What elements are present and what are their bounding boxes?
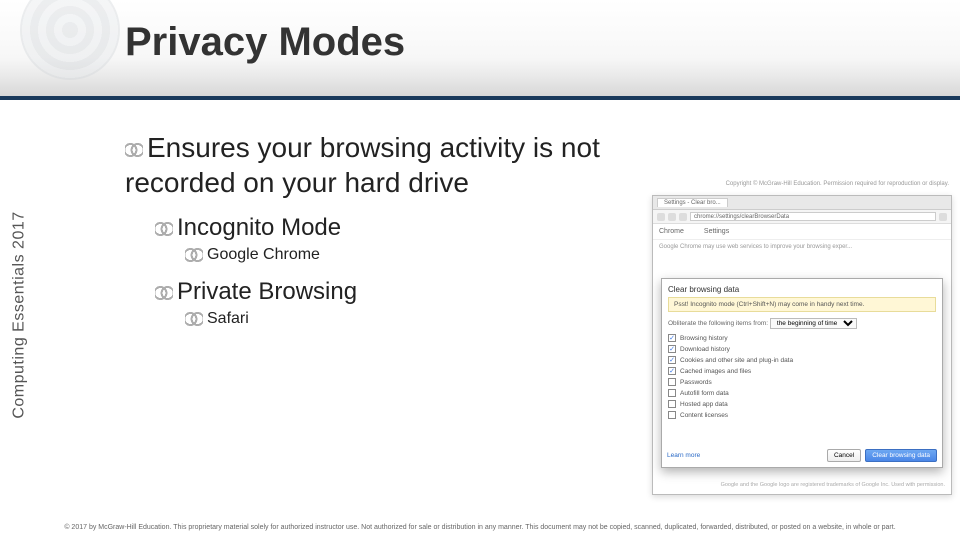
checkbox-row[interactable]: ✓ Download history	[668, 345, 936, 353]
logo-globe-icon	[20, 0, 120, 80]
checkbox-label: Download history	[680, 346, 730, 353]
content-body: Ensures your browsing activity is not re…	[125, 130, 665, 342]
forward-icon[interactable]	[668, 213, 676, 221]
checkbox-icon[interactable]	[668, 378, 676, 386]
url-field[interactable]: chrome://settings/clearBrowserData	[690, 212, 936, 221]
checkbox-label: Cookies and other site and plug-in data	[680, 357, 793, 364]
checkbox-label: Passwords	[680, 379, 712, 386]
checkbox-row[interactable]: Passwords	[668, 378, 936, 386]
clear-browsing-button[interactable]: Clear browsing data	[865, 449, 937, 462]
settings-nav: Chrome Settings	[653, 224, 951, 240]
bullet-level1: Ensures your browsing activity is not re…	[125, 130, 665, 200]
sidebar-text: Computing Essentials 2017	[11, 211, 29, 418]
checkbox-row[interactable]: ✓ Cached images and files	[668, 367, 936, 375]
browser-tabbar: Settings - Clear bro...	[653, 196, 951, 210]
checkbox-icon[interactable]: ✓	[668, 367, 676, 375]
cancel-button[interactable]: Cancel	[827, 449, 861, 462]
checkbox-row[interactable]: ✓ Browsing history	[668, 334, 936, 342]
screenshot-copyright: Copyright © McGraw-Hill Education. Permi…	[653, 181, 951, 195]
browser-address-bar: chrome://settings/clearBrowserData	[653, 210, 951, 224]
slide-title: Privacy Modes	[125, 20, 405, 65]
settings-hint-text: Google Chrome may use web services to im…	[653, 240, 951, 255]
bullet-level2-private: Private Browsing	[155, 278, 665, 306]
obliterate-row: Obliterate the following items from: the…	[668, 318, 936, 329]
dialog-button-row: Learn more Cancel Clear browsing data	[667, 449, 937, 462]
nav-settings: Settings	[704, 228, 729, 235]
checkbox-label: Cached images and files	[680, 368, 751, 375]
checkbox-label: Browsing history	[680, 335, 728, 342]
dialog-title: Clear browsing data	[668, 285, 936, 294]
incognito-hint-banner: Psst! Incognito mode (Ctrl+Shift+N) may …	[668, 297, 936, 312]
checkbox-label: Content licenses	[680, 412, 728, 419]
checkbox-icon[interactable]: ✓	[668, 345, 676, 353]
sidebar-vertical-label: Computing Essentials 2017	[0, 120, 40, 510]
checkbox-row[interactable]: Autofill form data	[668, 389, 936, 397]
checkbox-icon[interactable]	[668, 411, 676, 419]
bullet-level3-safari: Safari	[185, 310, 665, 328]
checkbox-row[interactable]: ✓ Cookies and other site and plug-in data	[668, 356, 936, 364]
browser-tab[interactable]: Settings - Clear bro...	[657, 198, 728, 207]
checkbox-row[interactable]: Content licenses	[668, 411, 936, 419]
bullet-level3-chrome: Google Chrome	[185, 246, 665, 264]
bullet-level2-incognito: Incognito Mode	[155, 214, 665, 242]
slide: Privacy Modes Computing Essentials 2017 …	[0, 0, 960, 540]
obliterate-label: Obliterate the following items from:	[668, 320, 768, 327]
checkbox-label: Hosted app data	[680, 401, 728, 408]
nav-chrome[interactable]: Chrome	[659, 228, 684, 235]
checkbox-row[interactable]: Hosted app data	[668, 400, 936, 408]
footer-copyright: © 2017 by McGraw-Hill Education. This pr…	[0, 516, 960, 540]
incognito-hint-text: Psst! Incognito mode (Ctrl+Shift+N) may …	[674, 301, 864, 308]
header: Privacy Modes	[0, 0, 960, 100]
checkbox-icon[interactable]	[668, 400, 676, 408]
checkbox-icon[interactable]	[668, 389, 676, 397]
checkbox-label: Autofill form data	[680, 390, 729, 397]
browser-screenshot: Copyright © McGraw-Hill Education. Permi…	[652, 195, 952, 495]
back-icon[interactable]	[657, 213, 665, 221]
obliterate-select[interactable]: the beginning of time	[770, 318, 857, 329]
screenshot-footnote: Google and the Google logo are registere…	[659, 482, 945, 488]
menu-icon[interactable]	[939, 213, 947, 221]
checkbox-icon[interactable]: ✓	[668, 334, 676, 342]
learn-more-link[interactable]: Learn more	[667, 452, 700, 459]
reload-icon[interactable]	[679, 213, 687, 221]
clear-browsing-dialog: Clear browsing data Psst! Incognito mode…	[661, 278, 943, 468]
checkbox-icon[interactable]: ✓	[668, 356, 676, 364]
